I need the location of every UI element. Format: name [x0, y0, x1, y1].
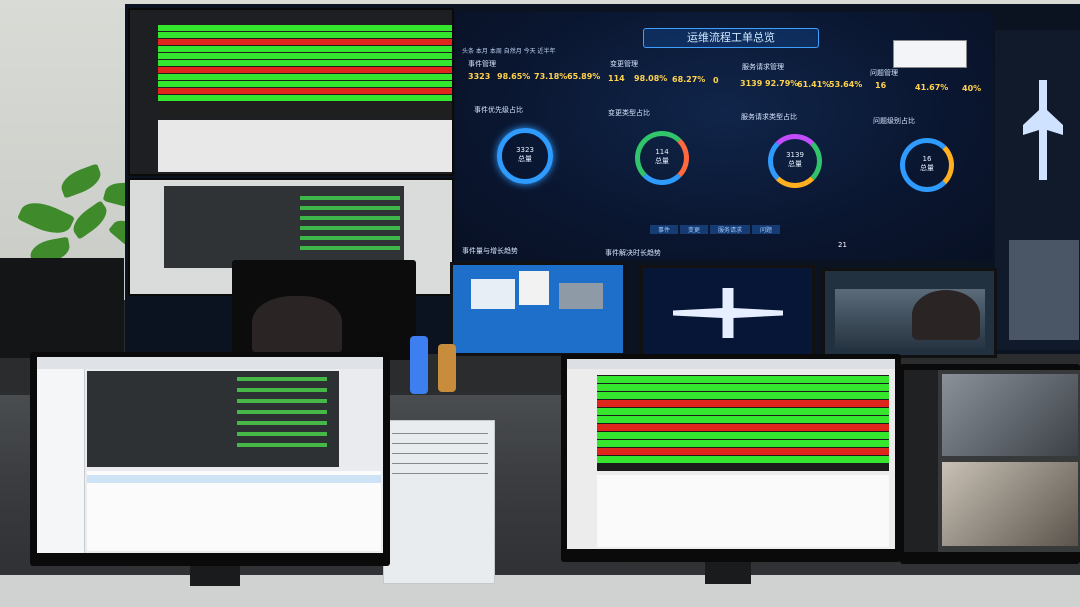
donut-request-unit: 总量 [788, 160, 802, 168]
kpi-problem-rate2: 40% [962, 84, 982, 93]
kpi-request-total: 3139 [740, 79, 763, 88]
tab-incident[interactable]: 事件 [650, 225, 679, 234]
panel-request-type: 服务请求类型占比 [741, 113, 797, 121]
kpi-incident-rate1: 98.65% [497, 72, 531, 81]
kpi-request-rate1: 92.79% [765, 79, 799, 88]
donut-request-value: 3139 [786, 151, 804, 159]
dashboard-title: 运维流程工单总览 [643, 28, 819, 48]
monitor-back-left [0, 258, 124, 358]
kpi-change-rate1: 98.08% [634, 74, 668, 83]
kpi-request-rate3: 53.64% [829, 80, 863, 89]
tab-change[interactable]: 变更 [680, 225, 709, 234]
panel-incident-priority: 事件优先级占比 [474, 106, 523, 114]
section-problem: 问题管理 [870, 69, 898, 77]
panel-problem-level: 问题级别占比 [873, 117, 915, 125]
screen-map-app [37, 357, 383, 553]
kpi-change-rate2: 68.27% [672, 75, 706, 84]
kpi-change-rate3: 0 [713, 76, 719, 85]
operator-head-right [912, 290, 980, 340]
tab-service-request[interactable]: 服务请求 [710, 225, 751, 234]
wall-screen-camera-1 [450, 262, 626, 356]
water-bottle [410, 336, 428, 394]
popup-window [893, 40, 967, 68]
paper-document [383, 420, 495, 584]
donut-incident-unit: 总量 [518, 155, 532, 163]
monitor-stand-left [190, 566, 240, 586]
screen-cctv [904, 370, 1080, 552]
bottom-mid-title: 事件解决时长趋势 [605, 249, 661, 257]
kpi-request-rate2: 61.41% [797, 80, 831, 89]
desk-monitor-center [561, 354, 901, 562]
wall-screen-terminal-map [640, 265, 815, 358]
donut-change-unit: 总量 [655, 157, 669, 165]
tab-problem[interactable]: 问题 [752, 225, 781, 234]
donut-problem-unit: 总量 [920, 164, 934, 172]
panel-change-type: 变更类型占比 [608, 109, 650, 117]
kpi-incident-rate3: 65.89% [567, 72, 601, 81]
screen-worklist [567, 359, 895, 549]
desk-monitor-right [900, 364, 1080, 564]
wall-screen-airport-map [995, 30, 1080, 350]
bottom-left-title: 事件量与增长趋势 [462, 247, 518, 255]
kpi-change-total: 114 [608, 74, 625, 83]
kpi-problem-rate1: 41.67% [915, 83, 949, 92]
wall-screen-worklist [128, 8, 454, 176]
bottom-count: 21 [838, 241, 847, 249]
kpi-incident-total: 3323 [468, 72, 491, 81]
section-service-request: 服务请求管理 [742, 63, 784, 71]
donut-change-value: 114 [655, 148, 669, 156]
section-incident: 事件管理 [468, 60, 496, 68]
floor [0, 575, 1080, 607]
kpi-incident-rate2: 73.18% [534, 72, 568, 81]
monitor-stand-center [705, 562, 751, 584]
dashboard-filters: 头条 本月 本周 自然月 今天 近半年 [462, 48, 556, 55]
desk-monitor-left [30, 352, 390, 566]
donut-incident-value: 3323 [516, 146, 534, 154]
drink-bottle [438, 344, 456, 392]
donut-problem-value: 16 [922, 155, 932, 163]
operator-head-left [252, 296, 342, 354]
section-change: 变更管理 [610, 60, 638, 68]
dashboard-tabs: 事件 变更 服务请求 问题 [650, 225, 798, 237]
kpi-problem-total: 16 [875, 81, 887, 90]
